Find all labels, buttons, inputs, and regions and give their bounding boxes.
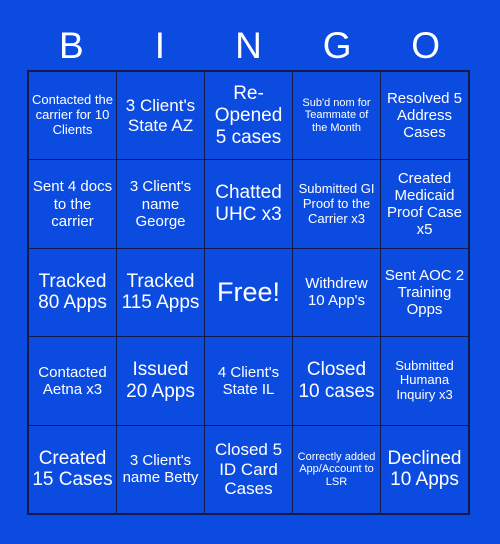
bingo-cell[interactable]: Issued 20 Apps [116,336,205,426]
bingo-cell-label: Declined 10 Apps [387,447,462,491]
bingo-cell-label: Closed 10 cases [298,359,375,402]
bingo-card: B I N G O Contacted the carrier for 10 Clien… [0,0,500,544]
bingo-cell-label: Sent 4 docs to the carrier [32,178,113,230]
bingo-cell[interactable]: Sub'd nom for Teammate of the Month [292,70,381,161]
bingo-cell-label: Submitted Humana Inquiry x3 [395,357,454,403]
bingo-cell-label: Chatted UHC x3 [215,182,282,226]
bingo-cell[interactable]: Chatted UHC x3 [204,159,293,249]
bingo-cell[interactable]: Declined 10 Apps [380,424,469,515]
bingo-cell[interactable]: Tracked 115 Apps [116,247,205,338]
bingo-cell[interactable]: Resolved 5 Address Cases [380,70,469,161]
bingo-cell-label: Issued 20 Apps [126,359,195,402]
bingo-header-letter-g: G [322,25,352,66]
bingo-cell-label: Re-Opened 5 cases [214,83,283,148]
bingo-header: BINGO [27,22,470,70]
bingo-cell-label: Withdrew 10 App's [305,275,368,310]
bingo-cell[interactable]: Contacted Aetna x3 [28,336,117,426]
bingo-grid: Contacted the carrier for 10 Clients 3 Cl… [27,70,470,515]
bingo-cell-label: 3 Client's name George [129,178,192,230]
bingo-header-letter-o: O [411,25,441,66]
bingo-cell-label: Created Medicaid Proof Case x5 [386,169,463,239]
bingo-cell-label: Resolved 5 Address Cases [386,90,463,142]
bingo-cell-label: 4 Client's State IL [217,363,280,398]
bingo-cell[interactable]: Submitted GI Proof to the Carrier x3 [292,159,381,249]
bingo-cell[interactable]: Correctly added App/Account to LSR [292,424,381,515]
bingo-cell[interactable]: Created Medicaid Proof Case x5 [380,159,469,249]
bingo-cell-label: Sub'd nom for Teammate of the Month [302,96,371,134]
bingo-cell-label: Tracked 115 Apps [121,270,200,314]
bingo-cell[interactable]: Created 15 Cases [28,424,117,515]
bingo-cell-label: Created 15 Cases [32,447,113,491]
bingo-header-letter-i: I [154,25,166,66]
bingo-cell-label: Contacted the carrier for 10 Clients [32,92,113,138]
bingo-cell-label: Free! [216,277,281,308]
bingo-cell[interactable]: Sent 4 docs to the carrier [28,159,117,249]
bingo-cell[interactable]: Withdrew 10 App's [292,247,381,338]
bingo-cell-label: 3 Client's name Betty [122,452,199,487]
bingo-cell[interactable]: Closed 10 cases [292,336,381,426]
bingo-cell[interactable]: 4 Client's State IL [204,336,293,426]
bingo-cell-label: Tracked 80 Apps [38,270,107,314]
bingo-cell-label: Contacted Aetna x3 [38,363,107,398]
bingo-header-letter-b: B [58,25,84,66]
bingo-free-cell[interactable]: Free! [204,247,293,338]
bingo-cell-label: Sent AOC 2 Training Opps [384,266,465,319]
bingo-cell[interactable]: 3 Client's name George [116,159,205,249]
bingo-cell-label: Closed 5 ID Card Cases [214,440,283,498]
bingo-cell[interactable]: 3 Client's State AZ [116,70,205,161]
bingo-cell[interactable]: Submitted Humana Inquiry x3 [380,336,469,426]
bingo-cell[interactable]: Sent AOC 2 Training Opps [380,247,469,338]
bingo-cell-label: Correctly added App/Account to LSR [297,450,376,488]
bingo-cell-label: 3 Client's State AZ [125,96,196,135]
bingo-header-letter-n: N [235,25,262,66]
bingo-cell[interactable]: Contacted the carrier for 10 Clients [28,70,117,161]
bingo-cell-label: Submitted GI Proof to the Carrier x3 [298,180,375,226]
bingo-cell[interactable]: Closed 5 ID Card Cases [204,424,293,515]
bingo-cell[interactable]: 3 Client's name Betty [116,424,205,515]
bingo-cell[interactable]: Re-Opened 5 cases [204,70,293,161]
bingo-cell[interactable]: Tracked 80 Apps [28,247,117,338]
